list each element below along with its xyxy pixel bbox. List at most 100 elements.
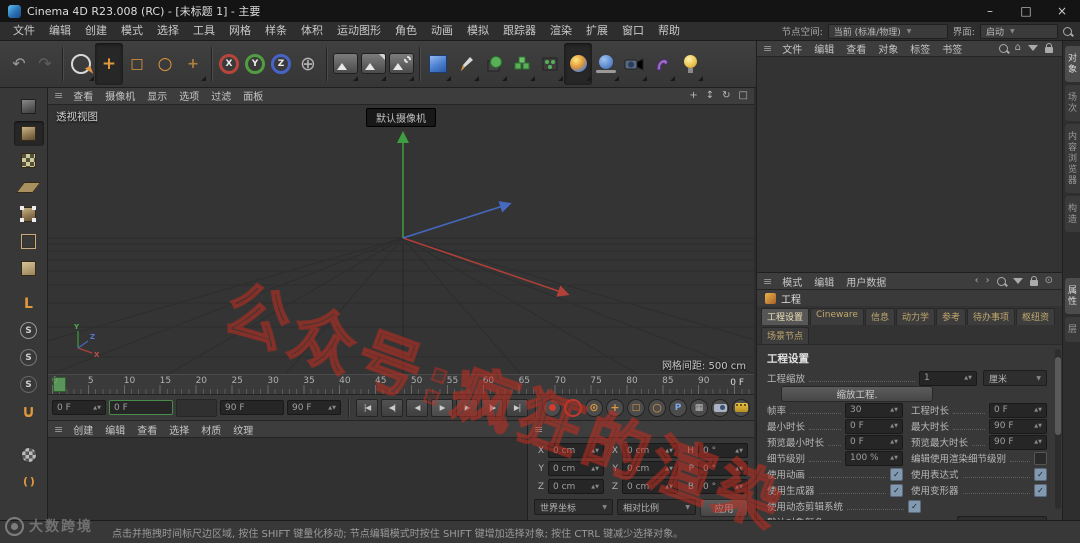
attribute-object-row[interactable]: 工程 bbox=[757, 290, 1063, 306]
panel-tab[interactable]: 场次 bbox=[1065, 85, 1080, 121]
menu-item[interactable]: 帮助 bbox=[651, 22, 687, 40]
object-manager-menu-item[interactable]: 文件 bbox=[776, 41, 808, 56]
lock-y-axis-button[interactable]: Y bbox=[242, 43, 268, 85]
object-manager-menu-item[interactable]: 查看 bbox=[840, 41, 872, 56]
last-tool-button[interactable]: + bbox=[179, 43, 207, 85]
menu-item[interactable]: 角色 bbox=[388, 22, 424, 40]
spinner-icon[interactable]: ▲▼ bbox=[588, 448, 599, 453]
menu-item[interactable]: 体积 bbox=[294, 22, 330, 40]
undo-button[interactable]: ↶ bbox=[6, 43, 32, 85]
duration-field[interactable]: 0 F ▲▼ bbox=[989, 402, 1047, 418]
search-icon[interactable] bbox=[1063, 26, 1072, 36]
add-cube-button[interactable] bbox=[424, 43, 452, 85]
use-deformers-checkbox[interactable] bbox=[1034, 483, 1047, 497]
menu-item[interactable]: 窗口 bbox=[615, 22, 651, 40]
fps-field[interactable]: 30 ▲▼ bbox=[845, 402, 903, 418]
goto-end-button[interactable]: ▶| bbox=[506, 398, 528, 417]
menu-item[interactable]: 网格 bbox=[222, 22, 258, 40]
spinner-icon[interactable]: ▲▼ bbox=[325, 405, 336, 410]
scrollbar-thumb[interactable] bbox=[1055, 357, 1061, 435]
attribute-tab[interactable]: 场景节点 bbox=[761, 327, 810, 344]
view-label[interactable]: 透视视图 bbox=[56, 109, 98, 124]
camera-label[interactable]: 默认摄像机 bbox=[366, 107, 436, 127]
panel-menu-icon[interactable]: ≡ bbox=[54, 89, 65, 102]
position-mode-select[interactable]: 世界坐标 ▼ bbox=[534, 499, 613, 516]
object-manager-menu-item[interactable]: 编辑 bbox=[808, 41, 840, 56]
scale-mode-select[interactable]: 相对比例 ▼ bbox=[617, 499, 696, 516]
play-button[interactable]: ▶ bbox=[431, 398, 453, 417]
attribute-menu-item[interactable]: 模式 bbox=[776, 274, 808, 289]
panel-tab[interactable]: 属性 bbox=[1065, 278, 1080, 314]
spinner-icon[interactable]: ▲▼ bbox=[1031, 424, 1042, 429]
attribute-menu-item[interactable]: 用户数据 bbox=[840, 274, 892, 289]
viewport-menu-item[interactable]: 查看 bbox=[67, 88, 99, 103]
spinner-icon[interactable]: ▲▼ bbox=[662, 448, 673, 453]
project-scale-unit-select[interactable]: 厘米 ▼ bbox=[983, 370, 1047, 386]
doc-start-field[interactable]: 0 F ▲▼ bbox=[52, 400, 106, 416]
modeling-settings-button[interactable] bbox=[14, 442, 44, 467]
material-menu-item[interactable]: 创建 bbox=[67, 422, 99, 437]
attribute-tab[interactable]: 枢纽资 bbox=[1016, 308, 1056, 325]
object-manager-menu-item[interactable]: 书签 bbox=[936, 41, 968, 56]
rot-b-field[interactable]: 0 ° ▲▼ bbox=[698, 479, 748, 495]
menu-item[interactable]: 动画 bbox=[424, 22, 460, 40]
redo-button[interactable]: ↷ bbox=[32, 43, 58, 85]
add-camera-button[interactable] bbox=[620, 43, 648, 85]
lock-x-axis-button[interactable]: X bbox=[216, 43, 242, 85]
viewport-menu-item[interactable]: 过滤 bbox=[205, 88, 237, 103]
node-space-select[interactable]: 当前 (标准/物理) ▼ bbox=[827, 23, 948, 39]
lock-z-axis-button[interactable]: Z bbox=[268, 43, 294, 85]
spinner-icon[interactable]: ▲▼ bbox=[732, 448, 743, 453]
record-parameter-toggle[interactable]: P bbox=[669, 398, 687, 417]
panel-tab[interactable]: 构造 bbox=[1065, 196, 1080, 232]
quantize-button[interactable]: ( ) bbox=[14, 469, 44, 494]
max-time-field[interactable]: 90 F ▲▼ bbox=[989, 418, 1047, 434]
viewport-solo-hierarchy-button[interactable]: S bbox=[14, 372, 44, 397]
object-tree-area[interactable] bbox=[757, 57, 1063, 272]
goto-start-button[interactable]: |◀ bbox=[356, 398, 378, 417]
autokey-button[interactable] bbox=[564, 398, 582, 417]
material-menu-item[interactable]: 材质 bbox=[195, 422, 227, 437]
panel-menu-icon[interactable]: ≡ bbox=[534, 423, 545, 436]
interface-select[interactable]: 启动 ▼ bbox=[980, 23, 1058, 39]
next-frame-button[interactable]: ▶ bbox=[456, 398, 478, 417]
scale-tool-button[interactable]: □ bbox=[123, 43, 151, 85]
keyframe-selection-button[interactable]: ⊙ bbox=[585, 398, 603, 417]
panel-tab[interactable]: 层 bbox=[1065, 317, 1080, 342]
menu-item[interactable]: 渲染 bbox=[543, 22, 579, 40]
spinner-icon[interactable]: ▲▼ bbox=[887, 440, 898, 445]
coordinate-system-button[interactable]: ⊕ bbox=[294, 43, 322, 85]
menu-item[interactable]: 跟踪器 bbox=[496, 22, 543, 40]
size-y-field[interactable]: 0 cm ▲▼ bbox=[622, 461, 678, 477]
viewport-rotate-icon[interactable]: ↻ bbox=[722, 90, 730, 101]
material-menu-item[interactable]: 选择 bbox=[163, 422, 195, 437]
history-forward-icon[interactable]: › bbox=[986, 276, 990, 286]
spinner-icon[interactable]: ▲▼ bbox=[90, 405, 101, 410]
spinner-icon[interactable]: ▲▼ bbox=[662, 484, 673, 489]
add-spline-button[interactable] bbox=[452, 43, 480, 85]
menu-item[interactable]: 样条 bbox=[258, 22, 294, 40]
panel-menu-icon[interactable]: ≡ bbox=[763, 275, 774, 288]
attribute-menu-item[interactable]: 编辑 bbox=[808, 274, 840, 289]
material-list-area[interactable] bbox=[48, 438, 527, 520]
panel-tab[interactable]: 内容浏览器 bbox=[1065, 124, 1080, 193]
apply-button[interactable]: 应用 bbox=[700, 499, 748, 518]
range-end-field[interactable]: 90 F bbox=[220, 400, 284, 416]
attribute-tab[interactable]: Cineware bbox=[810, 308, 864, 325]
viewport-solo-off-button[interactable]: S bbox=[14, 318, 44, 343]
rot-p-field[interactable]: 0 ° ▲▼ bbox=[698, 461, 748, 477]
edges-mode-button[interactable] bbox=[14, 229, 44, 254]
add-light-button[interactable] bbox=[676, 43, 704, 85]
spinner-icon[interactable]: ▲▼ bbox=[1031, 408, 1042, 413]
use-generators-checkbox[interactable] bbox=[890, 483, 903, 497]
min-time-field[interactable]: 0 F ▲▼ bbox=[845, 418, 903, 434]
record-scale-toggle[interactable]: □ bbox=[627, 398, 645, 417]
timeline-ruler[interactable]: 051015202530354045505560657075808590 0 F bbox=[48, 373, 754, 396]
panel-menu-icon[interactable]: ≡ bbox=[54, 423, 65, 436]
playhead[interactable] bbox=[53, 376, 66, 393]
playback-settings-button[interactable] bbox=[732, 398, 750, 417]
add-field-button[interactable] bbox=[564, 42, 592, 85]
viewport-solo-single-button[interactable]: S bbox=[14, 345, 44, 370]
lod-field[interactable]: 100 % ▲▼ bbox=[845, 450, 903, 466]
viewport-menu-item[interactable]: 摄像机 bbox=[99, 88, 141, 103]
